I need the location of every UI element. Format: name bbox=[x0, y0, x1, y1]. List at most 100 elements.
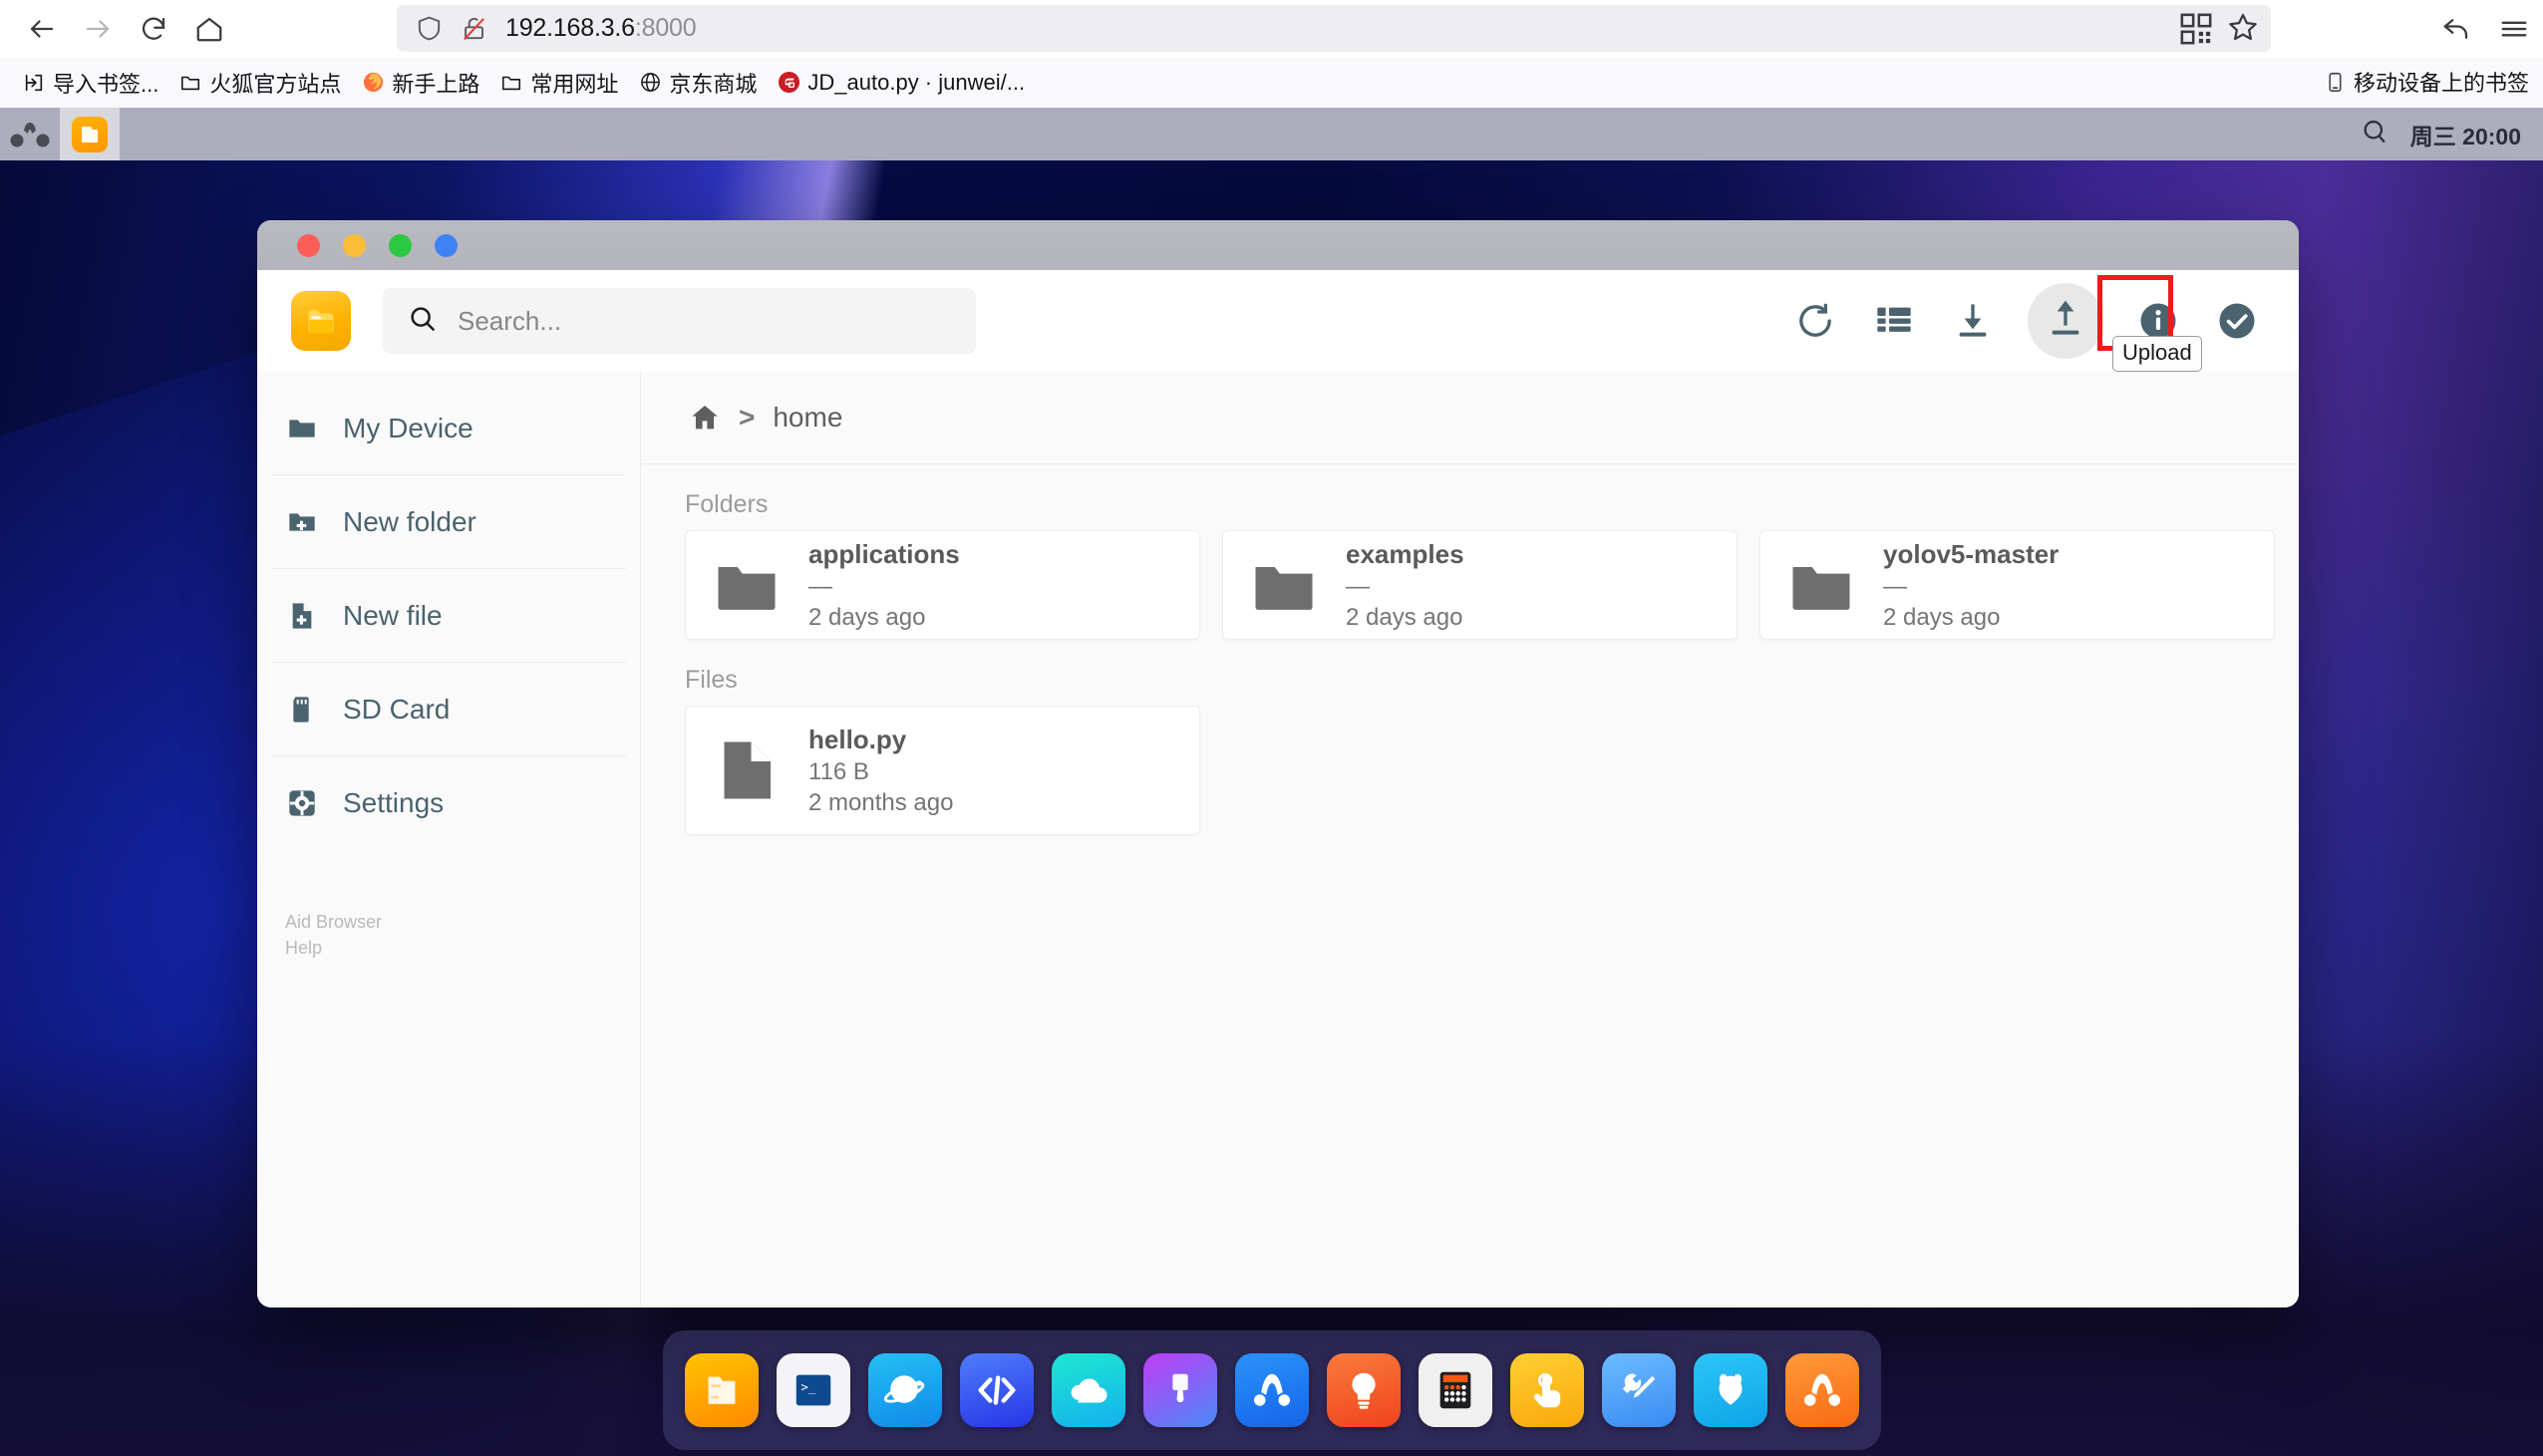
folder-modified: 2 days ago bbox=[1883, 603, 2001, 631]
forward-arrow-icon[interactable] bbox=[70, 1, 126, 57]
upload-icon bbox=[2046, 299, 2085, 344]
lock-broken-icon[interactable] bbox=[460, 14, 488, 43]
bookmark-mobile-devices[interactable]: 移动设备上的书签 bbox=[2324, 61, 2529, 103]
os-panel-right: 周三 20:00 bbox=[2361, 108, 2521, 160]
dock-item-calculator[interactable] bbox=[1418, 1353, 1492, 1427]
folder-card-meta: examples — 2 days ago bbox=[1346, 537, 1464, 634]
aid-logo-icon bbox=[1799, 1367, 1845, 1413]
browser-navigation-bar: 192.168.3.6:8000 bbox=[0, 0, 2543, 57]
upload-tooltip: Upload bbox=[2112, 336, 2202, 372]
folder-icon bbox=[1785, 549, 1857, 621]
window-maximize-button[interactable] bbox=[389, 233, 412, 257]
folder-icon bbox=[285, 412, 319, 445]
file-icon bbox=[711, 734, 783, 806]
folder-plus-icon bbox=[285, 505, 319, 539]
folder-app-icon bbox=[699, 1367, 745, 1413]
mouse-icon bbox=[1708, 1367, 1753, 1413]
file-plus-icon bbox=[285, 599, 319, 633]
sidebar-item-sd-card[interactable]: SD Card bbox=[257, 663, 640, 755]
folder-size: — bbox=[1346, 572, 1370, 600]
undo-arrow-icon[interactable] bbox=[2427, 1, 2485, 57]
breadcrumb-separator: > bbox=[739, 402, 756, 433]
window-minimize-button[interactable] bbox=[343, 233, 366, 257]
file-card[interactable]: hello.py 116 B 2 months ago bbox=[685, 706, 1200, 835]
folder-app-icon bbox=[291, 291, 351, 351]
globe-icon bbox=[638, 71, 662, 95]
list-view-icon[interactable] bbox=[1870, 297, 1918, 345]
breadcrumb: > home bbox=[641, 372, 2299, 464]
dock-item-aid-logo[interactable] bbox=[1784, 1353, 1859, 1427]
home-icon[interactable] bbox=[181, 1, 237, 57]
dock-item-aid-store[interactable] bbox=[1234, 1353, 1309, 1427]
folder-card[interactable]: examples — 2 days ago bbox=[1222, 530, 1738, 640]
sidebar-item-my-device[interactable]: My Device bbox=[257, 382, 640, 474]
cloud-icon bbox=[1066, 1367, 1112, 1413]
check-circle-icon[interactable] bbox=[2213, 297, 2261, 345]
dock-item-touch[interactable] bbox=[1509, 1353, 1584, 1427]
sidebar-footer-help-link[interactable]: Help bbox=[285, 935, 640, 961]
letter-a-icon bbox=[1249, 1367, 1295, 1413]
dock-item-paint[interactable] bbox=[1142, 1353, 1217, 1427]
upload-button[interactable] bbox=[2028, 283, 2103, 359]
file-modified: 2 months ago bbox=[808, 788, 954, 816]
dock-item-tools[interactable] bbox=[1601, 1353, 1676, 1427]
browser-chrome: 192.168.3.6:8000 导入书签... 火狐官方站点 新手上路 常用网… bbox=[0, 0, 2543, 108]
breadcrumb-current[interactable]: home bbox=[773, 402, 842, 434]
gear-icon bbox=[285, 786, 319, 820]
folder-card[interactable]: applications — 2 days ago bbox=[685, 530, 1200, 640]
svg-text:>_: >_ bbox=[800, 1379, 815, 1394]
terminal-icon: >_ bbox=[791, 1367, 836, 1413]
shield-icon[interactable] bbox=[415, 14, 444, 43]
address-bar[interactable]: 192.168.3.6:8000 bbox=[397, 5, 2271, 52]
bookmark-getting-started[interactable]: 新手上路 bbox=[351, 62, 489, 104]
search-input[interactable]: Search... bbox=[383, 288, 976, 354]
back-arrow-icon[interactable] bbox=[14, 1, 70, 57]
bookmark-label: 常用网址 bbox=[530, 71, 619, 97]
home-icon[interactable] bbox=[689, 402, 721, 434]
sidebar-item-label: My Device bbox=[343, 412, 474, 443]
url-text: 192.168.3.6:8000 bbox=[505, 14, 697, 43]
wrench-pencil-icon bbox=[1616, 1367, 1662, 1413]
folder-modified: 2 days ago bbox=[1346, 603, 1463, 631]
dock-item-code-editor[interactable] bbox=[959, 1353, 1034, 1427]
sidebar-item-label: SD Card bbox=[343, 693, 451, 725]
dock-item-browser[interactable] bbox=[867, 1353, 942, 1427]
sidebar-item-settings[interactable]: Settings bbox=[257, 756, 640, 849]
folder-card[interactable]: yolov5-master — 2 days ago bbox=[1759, 530, 2275, 640]
reload-icon[interactable] bbox=[126, 1, 181, 57]
clock-label: 周三 20:00 bbox=[2409, 123, 2521, 149]
refresh-icon[interactable] bbox=[1791, 297, 1839, 345]
firefox-icon bbox=[361, 71, 385, 95]
bookmark-import[interactable]: 导入书签... bbox=[12, 62, 168, 104]
dock-item-terminal[interactable]: >_ bbox=[776, 1353, 850, 1427]
file-browser-toolbar: Search... bbox=[257, 270, 2299, 372]
dock-item-files[interactable] bbox=[684, 1353, 759, 1427]
search-icon[interactable] bbox=[2361, 118, 2388, 151]
qr-code-icon[interactable] bbox=[2179, 12, 2213, 46]
bookmark-jd-auto[interactable]: JD_auto.py · junwei/... bbox=[767, 62, 1035, 104]
hamburger-menu-icon[interactable] bbox=[2485, 1, 2543, 57]
bookmark-common-sites[interactable]: 常用网址 bbox=[489, 62, 628, 104]
paintbrush-icon bbox=[1157, 1367, 1203, 1413]
taskbar-item-file-browser[interactable] bbox=[60, 108, 120, 160]
aid-logo-icon[interactable] bbox=[0, 108, 60, 160]
window-extra-button[interactable] bbox=[435, 233, 458, 257]
folder-name: applications bbox=[808, 538, 960, 569]
sidebar-item-new-folder[interactable]: New folder bbox=[257, 475, 640, 568]
sidebar-item-label: Settings bbox=[343, 786, 445, 818]
bookmark-firefox-site[interactable]: 火狐官方站点 bbox=[168, 62, 351, 104]
bookmarks-bar: 导入书签... 火狐官方站点 新手上路 常用网址 京东商城 JD_auto.py… bbox=[0, 57, 2543, 108]
bookmark-label: 移动设备上的书签 bbox=[2353, 71, 2529, 96]
bookmark-star-icon[interactable] bbox=[2227, 11, 2259, 48]
dock-item-mouse[interactable] bbox=[1693, 1353, 1767, 1427]
window-close-button[interactable] bbox=[297, 233, 320, 257]
dock-item-ideas[interactable] bbox=[1326, 1353, 1401, 1427]
sidebar-item-new-file[interactable]: New file bbox=[257, 569, 640, 662]
folder-card-meta: yolov5-master — 2 days ago bbox=[1883, 537, 2059, 634]
download-icon[interactable] bbox=[1949, 297, 1997, 345]
bookmark-jd[interactable]: 京东商城 bbox=[628, 62, 767, 104]
dock-item-cloud[interactable] bbox=[1051, 1353, 1125, 1427]
bookmark-label: 火狐官方站点 bbox=[209, 71, 342, 97]
folder-size: — bbox=[808, 572, 832, 600]
sidebar-footer: Aid Browser Help bbox=[257, 909, 640, 961]
